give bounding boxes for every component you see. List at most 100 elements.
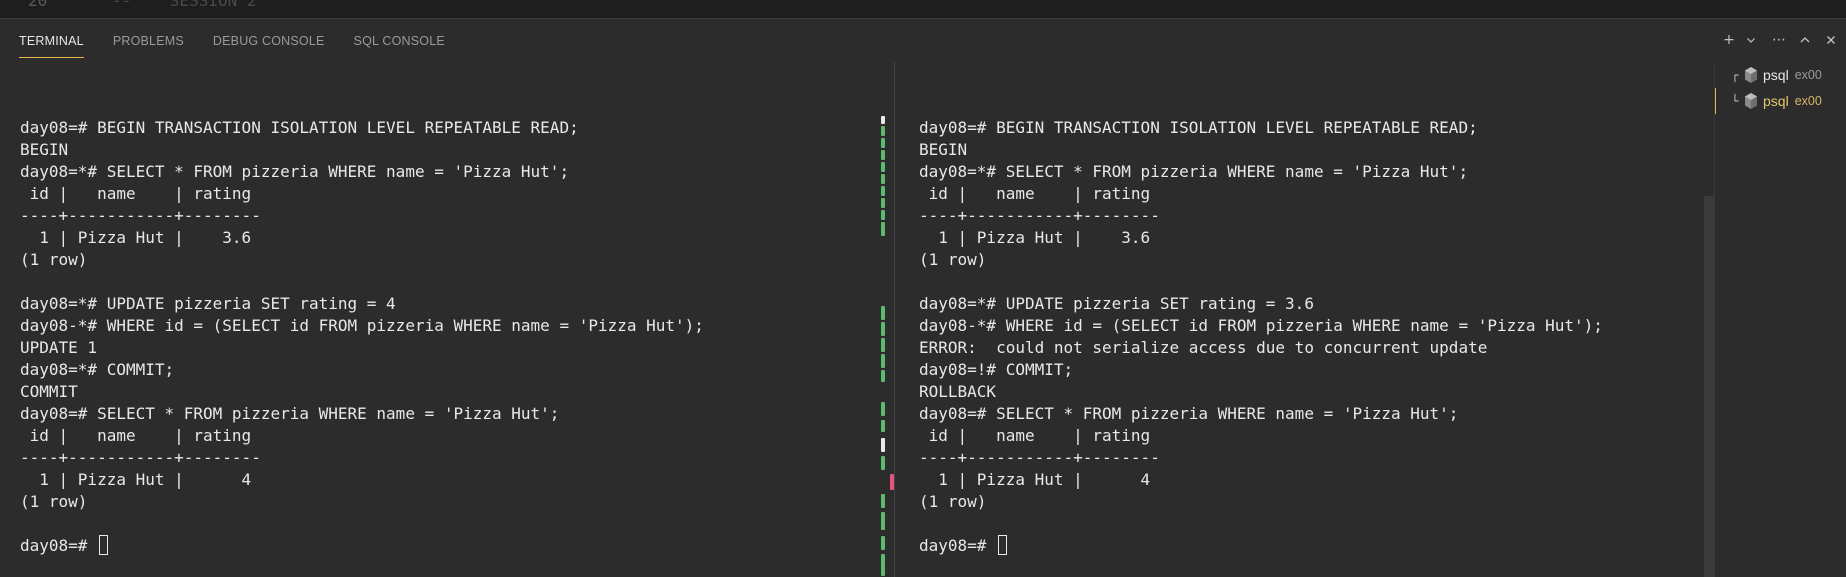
terminal-description: ex00 [1794,68,1822,82]
decoration-mark[interactable] [881,116,885,124]
terminal-line: day08-*# WHERE id = (SELECT id FROM pizz… [919,316,1603,335]
terminal-tab-psql-2[interactable]: └ psql ex00 [1715,88,1846,114]
terminal-description: ex00 [1794,94,1822,108]
decoration-mark[interactable] [881,138,885,148]
terminal-line: day08=# SELECT * FROM pizzeria WHERE nam… [919,404,1459,423]
decoration-mark[interactable] [881,126,885,136]
panel-header: TERMINAL PROBLEMS DEBUG CONSOLE SQL CONS… [0,18,1846,62]
decoration-mark[interactable] [881,522,885,530]
plus-icon: + [1723,32,1735,48]
more-actions-button[interactable]: ⋯ [1768,29,1790,51]
vscode-panel: 20 -- SESSION 2 TERMINAL PROBLEMS DEBUG … [0,0,1846,577]
terminal-line: day08=# SELECT * FROM pizzeria WHERE nam… [20,404,560,423]
decoration-mark[interactable] [881,322,885,336]
terminal-line: COMMIT [20,382,78,401]
terminal-line: ROLLBACK [919,382,997,401]
decoration-mark[interactable] [881,198,885,208]
decoration-mark[interactable] [881,554,885,576]
new-terminal-button[interactable]: + [1718,29,1740,51]
tree-connector: └ [1731,94,1739,108]
terminal-line: day08=*# SELECT * FROM pizzeria WHERE na… [20,162,570,181]
prompt-line[interactable]: day08=# [919,535,1603,557]
terminal-tab-psql-1[interactable]: ┌ psql ex00 [1715,62,1846,88]
tab-debug-console[interactable]: DEBUG CONSOLE [213,19,325,63]
terminal-cursor [99,535,109,555]
terminal-line: UPDATE 1 [20,338,98,357]
line-number: 20 [28,0,48,10]
decoration-mark[interactable] [881,438,885,452]
decoration-mark[interactable] [881,354,885,368]
ellipsis-icon: ⋯ [1772,32,1786,48]
scrollbar-thumb[interactable] [1704,196,1714,577]
decoration-mark[interactable] [881,536,885,550]
tab-sql-console[interactable]: SQL CONSOLE [354,19,445,63]
terminal-line: 1 | Pizza Hut | 3.6 [919,228,1151,247]
decoration-mark[interactable] [881,222,885,236]
terminal-line: day08=!# COMMIT; [919,360,1074,379]
code-preview: -- SESSION 2 [112,0,257,10]
decoration-mark[interactable] [881,402,885,416]
panel-tabs: TERMINAL PROBLEMS DEBUG CONSOLE SQL CONS… [19,19,474,63]
terminal-line: ----+-----------+-------- [919,206,1160,225]
terminal-line: ----+-----------+-------- [20,206,261,225]
terminal-output-right: day08=# BEGIN TRANSACTION ISOLATION LEVE… [919,117,1603,557]
terminal-line: id | name | rating [919,426,1151,445]
terminal-line: ----+-----------+-------- [20,448,261,467]
tree-connector: ┌ [1731,68,1739,82]
decoration-mark[interactable] [881,494,885,508]
terminal-line: BEGIN [20,140,69,159]
prompt-text: day08=# [919,536,997,555]
maximize-panel-button[interactable] [1794,29,1816,51]
tab-terminal[interactable]: TERMINAL [19,19,84,63]
command-decorations [881,116,895,576]
decoration-mark[interactable] [881,338,885,352]
terminal-line: day08-*# WHERE id = (SELECT id FROM pizz… [20,316,704,335]
decoration-mark[interactable] [881,174,885,184]
chevron-down-icon [1747,38,1755,43]
tab-problems[interactable]: PROBLEMS [113,19,184,63]
close-icon [1827,36,1835,44]
decoration-mark[interactable] [881,162,885,172]
terminal-line: day08=# BEGIN TRANSACTION ISOLATION LEVE… [919,118,1478,137]
terminal-icon [1745,93,1757,109]
terminal-line: day08=*# COMMIT; [20,360,175,379]
terminal-icon [1745,67,1757,83]
terminal-line: day08=# BEGIN TRANSACTION ISOLATION LEVE… [20,118,579,137]
prompt-line[interactable]: day08=# [20,535,704,557]
terminal-line: day08=*# UPDATE pizzeria SET rating = 3.… [919,294,1314,313]
decoration-mark[interactable] [881,370,885,382]
terminal-pane-right[interactable]: day08=# BEGIN TRANSACTION ISOLATION LEVE… [896,62,1704,577]
terminal-line: (1 row) [919,250,987,269]
terminal-line: id | name | rating [20,426,252,445]
decoration-mark[interactable] [881,186,885,196]
terminal-name: psql [1763,93,1789,109]
terminal-line: ----+-----------+-------- [919,448,1160,467]
terminal-output-left: day08=# BEGIN TRANSACTION ISOLATION LEVE… [20,117,704,557]
decoration-mark[interactable] [881,210,885,220]
terminal-line: id | name | rating [919,184,1151,203]
error-decoration-mark[interactable] [890,474,894,490]
terminal-line: BEGIN [919,140,968,159]
chevron-up-icon [1800,37,1810,43]
terminal-profile-dropdown[interactable] [1744,29,1758,51]
close-panel-button[interactable] [1820,29,1842,51]
decoration-mark[interactable] [881,456,885,470]
decoration-mark[interactable] [881,306,885,320]
terminal-tabs-list: ┌ psql ex00 └ psql ex00 [1714,62,1846,577]
terminal-line: (1 row) [919,492,987,511]
decoration-mark[interactable] [881,150,885,160]
terminal-line: ERROR: could not serialize access due to… [919,338,1488,357]
terminal-scrollbar[interactable] [1704,62,1714,577]
terminal-cursor [998,535,1008,555]
editor-preview: 20 -- SESSION 2 [0,0,1846,18]
terminal-line: 1 | Pizza Hut | 3.6 [20,228,252,247]
terminal-pane-left[interactable]: day08=# BEGIN TRANSACTION ISOLATION LEVE… [0,62,894,577]
decoration-mark[interactable] [881,420,885,432]
panel-actions: + ⋯ [1718,29,1842,51]
terminal-name: psql [1763,67,1789,83]
terminal-line: (1 row) [20,492,88,511]
